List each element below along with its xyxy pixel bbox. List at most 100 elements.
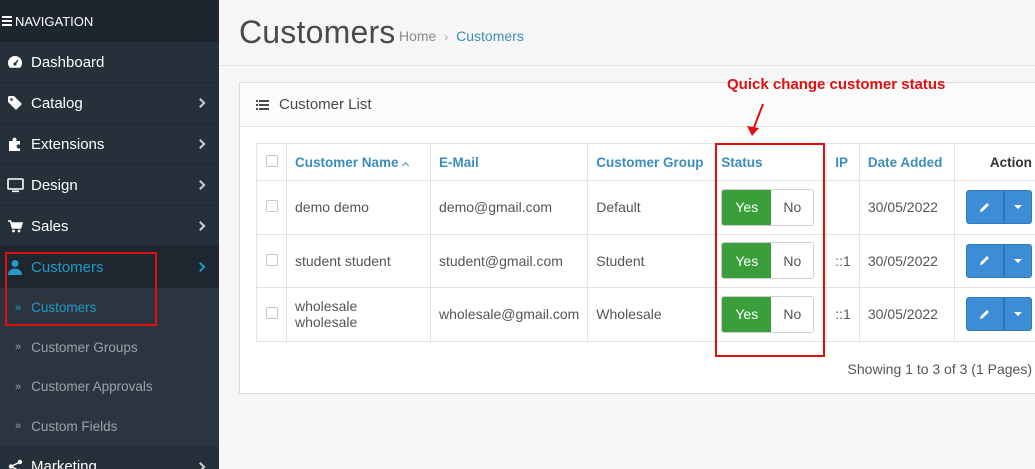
edit-button[interactable] xyxy=(965,243,1004,278)
sidebar-subitem-customer-groups[interactable]: » Customer Groups xyxy=(0,327,219,367)
pagination-summary: Showing 1 to 3 of 3 (1 Pages) xyxy=(847,361,1032,377)
table-header-row: Customer Name E-Mail Customer Group Stat… xyxy=(256,143,1035,181)
action-dropdown-button[interactable] xyxy=(1003,190,1032,225)
breadcrumb-separator-icon: › xyxy=(444,30,449,44)
email-cell: demo@gmail.com xyxy=(429,180,589,235)
select-all-cell xyxy=(256,143,287,181)
menu-icon xyxy=(2,14,12,28)
column-header-customer-name[interactable]: Customer Name xyxy=(286,143,431,181)
sidebar-item-dashboard[interactable]: Dashboard xyxy=(0,42,219,83)
caret-down-icon xyxy=(1013,205,1022,210)
pencil-icon xyxy=(980,256,990,266)
customer-group-cell: Student xyxy=(587,233,718,288)
table-row: student student student@gmail.com Studen… xyxy=(256,233,1035,288)
chevron-right-icon xyxy=(195,180,206,190)
navigation-header-label: NAVIGATION xyxy=(15,13,94,29)
column-label: Customer Name xyxy=(295,154,399,170)
customer-table: Customer Name E-Mail Customer Group Stat… xyxy=(256,143,1035,342)
chevron-right-icon xyxy=(195,139,206,149)
action-cell xyxy=(953,180,1035,235)
edit-button[interactable] xyxy=(965,297,1004,332)
breadcrumb-customers[interactable]: Customers xyxy=(456,28,524,44)
customer-name-cell: student student xyxy=(286,233,431,288)
customer-list-panel: Customer List Customer Name E-Mail Custo… xyxy=(239,82,1035,394)
chevron-right-icon xyxy=(195,221,206,231)
breadcrumb-home[interactable]: Home xyxy=(399,28,436,44)
ip-cell xyxy=(826,180,860,235)
email-cell: wholesale@gmail.com xyxy=(429,287,589,342)
customers-highlight-box xyxy=(5,252,157,326)
table-row: wholesale wholesale wholesale@gmail.com … xyxy=(256,287,1035,342)
customer-group-cell: Default xyxy=(587,180,718,235)
annotation-label: Quick change customer status xyxy=(727,76,946,93)
column-header-ip[interactable]: IP xyxy=(826,143,860,181)
customer-name-cell: wholesale wholesale xyxy=(286,287,431,342)
sidebar-item-extensions[interactable]: Extensions xyxy=(0,124,219,165)
row-select-cell xyxy=(256,233,287,288)
share-icon xyxy=(4,459,26,469)
column-header-email[interactable]: E-Mail xyxy=(429,143,589,181)
action-dropdown-button[interactable] xyxy=(1003,297,1032,332)
ip-cell: ::1 xyxy=(826,287,860,342)
chevron-right-icon xyxy=(195,98,206,108)
navigation-header[interactable]: NAVIGATION xyxy=(0,0,219,42)
status-highlight-box xyxy=(715,143,825,357)
row-checkbox[interactable] xyxy=(265,307,278,320)
sidebar: NAVIGATION Dashboard Catalog Extensions … xyxy=(0,0,219,469)
sidebar-item-label: Sales xyxy=(31,217,69,235)
puzzle-icon xyxy=(4,136,26,152)
action-cell xyxy=(953,287,1035,342)
sidebar-item-label: Catalog xyxy=(31,94,83,112)
double-chevron-icon: » xyxy=(15,380,22,393)
sidebar-subitem-customer-approvals[interactable]: » Customer Approvals xyxy=(0,367,219,407)
sidebar-item-label: Marketing xyxy=(31,458,97,469)
column-header-customer-group[interactable]: Customer Group xyxy=(587,143,718,181)
cart-icon xyxy=(4,218,26,234)
pencil-icon xyxy=(980,202,990,212)
dashboard-icon xyxy=(4,54,26,70)
sidebar-item-design[interactable]: Design xyxy=(0,165,219,206)
row-checkbox[interactable] xyxy=(265,253,278,266)
breadcrumb: Home › Customers xyxy=(399,28,524,44)
sidebar-item-label: Dashboard xyxy=(31,53,105,71)
column-header-action: Action xyxy=(953,143,1035,181)
sidebar-item-sales[interactable]: Sales xyxy=(0,206,219,247)
pencil-icon xyxy=(980,309,990,319)
select-all-checkbox[interactable] xyxy=(265,154,278,167)
sidebar-subitem-label: Customer Groups xyxy=(31,339,138,355)
sidebar-subitem-label: Customer Approvals xyxy=(31,379,153,395)
sidebar-subitem-custom-fields[interactable]: » Custom Fields xyxy=(0,406,219,446)
page-title: Customers xyxy=(239,14,396,50)
date-added-cell: 30/05/2022 xyxy=(858,287,955,342)
tag-icon xyxy=(4,95,26,111)
ip-cell: ::1 xyxy=(826,233,860,288)
row-select-cell xyxy=(256,180,287,235)
caret-down-icon xyxy=(1013,312,1022,317)
chevron-right-icon xyxy=(195,262,206,272)
row-checkbox[interactable] xyxy=(265,200,278,213)
double-chevron-icon: » xyxy=(15,420,22,433)
sort-ascending-icon xyxy=(401,161,409,169)
table-row: demo demo demo@gmail.com Default Yes No … xyxy=(256,180,1035,235)
chevron-right-icon xyxy=(195,461,206,469)
list-icon xyxy=(256,98,270,112)
date-added-cell: 30/05/2022 xyxy=(858,180,955,235)
double-chevron-icon: » xyxy=(15,341,22,354)
date-added-cell: 30/05/2022 xyxy=(858,233,955,288)
email-cell: student@gmail.com xyxy=(429,233,589,288)
edit-button[interactable] xyxy=(965,190,1004,225)
sidebar-item-label: Design xyxy=(31,176,78,194)
action-dropdown-button[interactable] xyxy=(1003,243,1032,278)
monitor-icon xyxy=(4,177,26,193)
sidebar-item-label: Extensions xyxy=(31,135,105,153)
sidebar-subitem-label: Custom Fields xyxy=(31,418,118,434)
action-cell xyxy=(953,233,1035,288)
page-header: Customers Home › Customers xyxy=(219,0,1035,66)
annotation-arrow-icon xyxy=(747,103,764,136)
sidebar-item-marketing[interactable]: Marketing xyxy=(0,446,219,469)
column-header-date-added[interactable]: Date Added xyxy=(858,143,955,181)
customer-name-cell: demo demo xyxy=(286,180,431,235)
panel-title: Customer List xyxy=(279,96,372,113)
customer-group-cell: Wholesale xyxy=(587,287,718,342)
sidebar-item-catalog[interactable]: Catalog xyxy=(0,83,219,124)
